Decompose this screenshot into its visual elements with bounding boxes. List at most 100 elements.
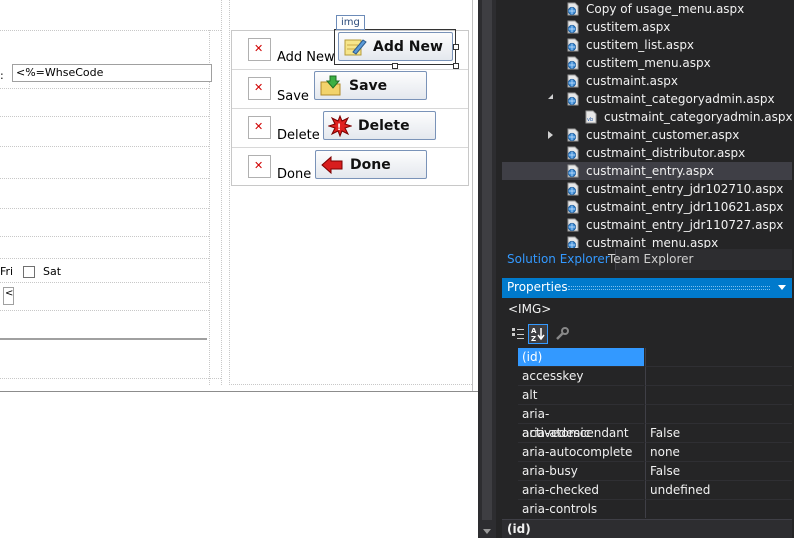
solution-tree-item[interactable]: custmaint_categoryadmin.aspx (502, 90, 792, 108)
folder-arrow-icon (320, 75, 341, 95)
property-row[interactable]: aria-autocomplete none (502, 443, 792, 462)
whse-label: : (0, 69, 4, 82)
properties-toolbar: AZ (508, 324, 788, 346)
solution-tree-item[interactable]: custmaint_customer.aspx (502, 126, 792, 144)
property-name: aria-activedescendant (518, 405, 644, 440)
alphabetical-icon[interactable]: AZ (528, 324, 548, 344)
solution-tree-item-label: custmaint_entry_jdr110727.aspx (586, 218, 784, 232)
day-label-fri: Fri (0, 265, 14, 278)
save-button[interactable]: Save (314, 71, 427, 100)
row-label-done: Done (277, 167, 312, 182)
layout-divider (0, 30, 221, 31)
svg-text:A: A (531, 327, 537, 335)
design-surface[interactable]: : <%=WhseCode Fri Sat < Add New Add New … (0, 0, 478, 538)
property-value[interactable] (645, 405, 792, 424)
solution-tree-item[interactable]: custitem_menu.aspx (502, 54, 792, 72)
layout-border (472, 0, 473, 391)
property-value[interactable]: False (645, 462, 792, 481)
chevron-down-icon[interactable] (778, 285, 786, 290)
property-value[interactable] (645, 348, 792, 367)
layout-divider (229, 384, 472, 385)
layout-divider (0, 236, 209, 237)
layout-divider (209, 30, 210, 385)
table-row-divider (232, 69, 468, 70)
solution-tree-item[interactable]: vb custmaint_categoryadmin.aspx.vb (502, 108, 792, 126)
expanded-arrow-icon[interactable] (548, 94, 553, 99)
solution-tree-item[interactable]: Copy of usage_menu.aspx (502, 0, 792, 18)
broken-image-icon[interactable] (248, 77, 271, 100)
property-value[interactable] (645, 500, 792, 518)
web-file-icon (567, 164, 579, 178)
solution-tree-item[interactable]: custmaint.aspx (502, 72, 792, 90)
property-value[interactable] (645, 367, 792, 386)
broken-image-icon[interactable] (248, 155, 271, 178)
tab-solution-explorer[interactable]: Solution Explorer (502, 249, 616, 270)
scroll-down-icon[interactable] (483, 529, 491, 534)
done-label: Done (350, 156, 391, 173)
row-label-add-new: Add New (277, 50, 335, 65)
layout-divider (0, 116, 209, 117)
layout-divider (0, 146, 209, 147)
solution-tree-item-label: custitem.aspx (586, 20, 671, 34)
layout-divider (0, 258, 209, 259)
row-label-delete: Delete (277, 128, 320, 143)
properties-grid[interactable]: (id) accesskey alt aria-activedescendant ari… (502, 348, 792, 518)
solution-tree-item[interactable]: custmaint_entry_jdr110727.aspx (502, 216, 792, 234)
property-row[interactable]: aria-checked undefined (502, 481, 792, 500)
property-row[interactable]: aria-activedescendant (502, 405, 792, 440)
sat-checkbox[interactable] (23, 266, 35, 278)
property-value[interactable]: none (645, 443, 792, 462)
property-row[interactable]: alt (502, 386, 792, 405)
broken-image-icon[interactable] (248, 38, 271, 61)
property-name: aria-autocomplete (518, 443, 644, 462)
solution-explorer-tree[interactable]: Copy of usage_menu.aspx custitem.aspx cust… (502, 0, 792, 248)
delete-button[interactable]: ! Delete (323, 111, 436, 140)
designer-vertical-scrollbar[interactable] (478, 0, 496, 538)
web-file-icon (567, 182, 579, 196)
solution-tree-item[interactable]: custmaint_distributor.aspx (502, 144, 792, 162)
design-surface-empty-area (0, 391, 478, 538)
title-grip (568, 286, 770, 290)
property-row[interactable]: aria-atomic False (502, 424, 792, 443)
vb-file-icon: vb (585, 110, 597, 124)
resize-handle[interactable] (453, 63, 459, 69)
solution-tree-item[interactable]: custmaint_entry_jdr102710.aspx (502, 180, 792, 198)
property-value[interactable]: False (645, 424, 792, 443)
tab-team-explorer[interactable]: Team Explorer (603, 249, 699, 270)
property-value[interactable]: undefined (645, 481, 792, 500)
scrollbar-thumb[interactable] (482, 0, 492, 520)
property-name: (id) (518, 348, 644, 367)
wrench-icon[interactable] (552, 324, 572, 344)
layout-divider (229, 0, 230, 385)
property-row[interactable]: (id) (502, 348, 792, 367)
properties-object-selector[interactable]: <IMG> (508, 302, 551, 316)
done-button[interactable]: Done (315, 150, 427, 179)
solution-tree-item[interactable]: custmaint_entry_jdr110621.aspx (502, 198, 792, 216)
delete-burst-icon: ! (328, 114, 352, 137)
table-row-divider (232, 147, 468, 148)
property-row[interactable]: aria-busy False (502, 462, 792, 481)
properties-title: Properties (507, 280, 568, 294)
layout-divider (0, 310, 209, 311)
resize-handle[interactable] (392, 63, 398, 69)
layout-divider (0, 88, 209, 89)
table-row-divider (232, 108, 468, 109)
solution-tree-item[interactable]: custitem.aspx (502, 18, 792, 36)
resize-handle[interactable] (453, 44, 459, 50)
save-label: Save (349, 77, 388, 94)
solution-tree-item[interactable]: custmaint_entry.aspx (502, 162, 792, 180)
element-tag: img (336, 15, 365, 30)
property-value[interactable] (645, 386, 792, 405)
solution-tree-item[interactable]: custmaint_menu.aspx (502, 234, 792, 248)
categorized-icon[interactable] (508, 324, 528, 344)
property-row[interactable]: aria-controls (502, 500, 792, 518)
broken-image-icon[interactable] (248, 116, 271, 139)
property-description: (id) (502, 519, 792, 538)
solution-tree-item[interactable]: custitem_list.aspx (502, 36, 792, 54)
collapsed-arrow-icon[interactable] (548, 131, 553, 139)
designer-small-field[interactable]: < (3, 287, 14, 305)
layout-divider (0, 378, 221, 379)
property-row[interactable]: accesskey (502, 367, 792, 386)
panel-tab-strip: Solution Explorer Team Explorer (502, 249, 792, 270)
whse-code-field[interactable]: <%=WhseCode (12, 64, 212, 82)
